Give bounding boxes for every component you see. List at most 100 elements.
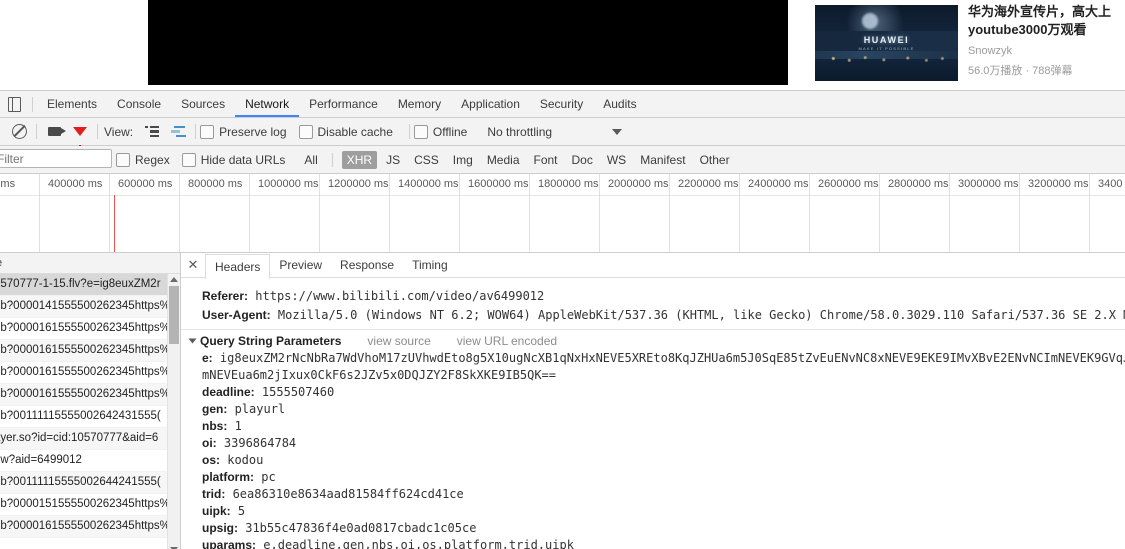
param-key: upsig: <box>202 521 238 535</box>
filter-input[interactable] <box>0 149 112 168</box>
type-filter-other[interactable]: Other <box>695 151 735 169</box>
recommended-video-stats: 56.0万播放 · 788弹幕 <box>968 65 1073 77</box>
table-row[interactable]: eb?0000161555500262345https% <box>0 340 180 362</box>
triangle-down-icon[interactable] <box>188 338 197 344</box>
param-row-uipk: uipk: 5 <box>181 503 1125 520</box>
throttling-select[interactable]: No throttling <box>487 125 552 139</box>
tab-network[interactable]: Network <box>235 92 299 117</box>
tab-sources[interactable]: Sources <box>171 92 235 117</box>
request-list-rows[interactable]: 0570777-1-15.flv?e=ig8euxZM2r eb?0000141… <box>0 274 180 549</box>
table-row[interactable]: eb?0000161555500262345https% <box>0 516 180 538</box>
tab-performance[interactable]: Performance <box>299 92 388 117</box>
disable-cache-checkbox[interactable]: Disable cache <box>298 124 405 139</box>
table-row[interactable]: eb?0000151555500262345https% <box>0 494 180 516</box>
request-list-scrollbar[interactable] <box>167 274 180 549</box>
param-value: 1555507460 <box>261 385 335 399</box>
type-filter-img[interactable]: Img <box>448 151 478 169</box>
video-player-area[interactable] <box>148 0 788 85</box>
type-filter-manifest[interactable]: Manifest <box>635 151 690 169</box>
type-filter-doc[interactable]: Doc <box>567 151 598 169</box>
offline-label: Offline <box>432 124 468 139</box>
type-filter-xhr[interactable]: XHR <box>341 150 378 169</box>
tab-memory[interactable]: Memory <box>388 92 451 117</box>
request-name: eb?0000161555500262345https% <box>0 520 170 532</box>
table-row[interactable]: eb?00111115555002644241555( <box>0 472 180 494</box>
table-row[interactable]: eb?0000161555500262345https% <box>0 362 180 384</box>
close-icon[interactable]: ✕ <box>181 253 205 277</box>
param-value: 1 <box>234 419 242 433</box>
table-row[interactable]: ayer.so?id=cid:10570777&aid=6 <box>0 428 180 450</box>
type-filter-css[interactable]: CSS <box>409 151 444 169</box>
tick-label: 2600000 ms <box>818 178 879 190</box>
clear-icon[interactable] <box>6 119 32 145</box>
preserve-log-checkbox[interactable]: Preserve log <box>200 124 298 139</box>
table-row[interactable]: eb?0000141555500262345https% <box>0 296 180 318</box>
recommended-video-item[interactable]: HUAWEI MAKE IT POSSIBLE 华为海外宣传片，高大上youtu… <box>815 3 1120 83</box>
query-string-parameters-section[interactable]: Query String Parameters view source view… <box>181 330 1125 350</box>
filter-funnel-icon[interactable] <box>67 119 93 150</box>
tick-label: 2200000 ms <box>678 178 739 190</box>
hide-data-urls-checkbox[interactable] <box>181 152 196 167</box>
param-value: 6ea86310e8634aad81584ff624cd41ce <box>232 487 464 501</box>
tab-headers[interactable]: Headers <box>205 253 271 279</box>
timeline-tick: 1600000 ms <box>459 174 529 252</box>
recommended-video-title[interactable]: 华为海外宣传片，高大上youtube3000万观看 <box>968 3 1120 39</box>
dock-position-icon[interactable] <box>0 91 28 117</box>
hide-data-urls-label: Hide data URLs <box>200 152 286 167</box>
view-source-link[interactable]: view source <box>367 334 430 348</box>
record-camera-icon[interactable] <box>41 119 67 145</box>
recommended-video-thumbnail[interactable]: HUAWEI MAKE IT POSSIBLE <box>815 5 958 81</box>
tab-timing[interactable]: Timing <box>403 254 457 277</box>
network-overview-timeline[interactable]: 000 ms 400000 ms 600000 ms 800000 ms 100… <box>0 174 1125 253</box>
tab-application[interactable]: Application <box>451 92 530 117</box>
scroll-up-arrow-icon[interactable] <box>170 277 178 282</box>
type-filter-media[interactable]: Media <box>482 151 525 169</box>
list-view-icon[interactable] <box>139 119 165 145</box>
request-name: eb?0000161555500262345https% <box>0 388 170 400</box>
type-filter-ws[interactable]: WS <box>602 151 631 169</box>
tick-label: 000 ms <box>0 178 16 190</box>
offline-box[interactable] <box>413 124 428 139</box>
tab-console[interactable]: Console <box>107 92 171 117</box>
param-key: uparams: <box>202 538 257 549</box>
param-key: deadline: <box>202 385 255 399</box>
tab-elements[interactable]: Elements <box>37 92 107 117</box>
request-list-header[interactable]: e <box>0 253 180 274</box>
request-name: ew?aid=6499012 <box>0 454 82 466</box>
preserve-log-box[interactable] <box>200 124 215 139</box>
scrollbar-thumb[interactable] <box>169 286 179 344</box>
request-name: eb?0000161555500262345https% <box>0 366 170 378</box>
table-row[interactable]: eb?00111115555002642431555( <box>0 406 180 428</box>
table-row[interactable]: 0570777-1-15.flv?e=ig8euxZM2r <box>0 274 180 296</box>
timeline-tick: 2400000 ms <box>739 174 809 252</box>
waterfall-view-icon[interactable] <box>165 119 191 145</box>
param-value: 3396864784 <box>223 436 297 450</box>
param-key: gen: <box>202 402 228 416</box>
table-row[interactable]: eb?0000161555500262345https% <box>0 384 180 406</box>
request-list[interactable]: e 0570777-1-15.flv?e=ig8euxZM2r eb?00001… <box>0 253 181 549</box>
type-filter-font[interactable]: Font <box>529 151 563 169</box>
table-row[interactable]: eb?0000161555500262345https% <box>0 318 180 340</box>
param-value: playurl <box>234 402 286 416</box>
timeline-tick: 1000000 ms <box>249 174 319 252</box>
tab-audits[interactable]: Audits <box>593 92 646 117</box>
type-filter-js[interactable]: JS <box>381 151 405 169</box>
disable-cache-box[interactable] <box>298 124 313 139</box>
view-url-encoded-link[interactable]: view URL encoded <box>457 334 557 348</box>
offline-checkbox[interactable]: Offline <box>413 124 479 139</box>
preserve-log-label: Preserve log <box>219 124 287 139</box>
timeline-tick: 1400000 ms <box>389 174 459 252</box>
header-key: User-Agent: <box>202 308 271 322</box>
chevron-down-icon[interactable] <box>612 128 623 135</box>
param-key: platform: <box>202 470 254 484</box>
request-name: eb?00111115555002642431555( <box>0 410 161 422</box>
recommended-video-uploader[interactable]: Snowzyk <box>968 45 1118 57</box>
tab-security[interactable]: Security <box>530 92 593 117</box>
thumbnail-moon <box>862 13 878 29</box>
table-row[interactable]: ew?aid=6499012 <box>0 450 180 472</box>
headers-body[interactable]: Referer: https://www.bilibili.com/video/… <box>181 277 1125 549</box>
tab-preview[interactable]: Preview <box>270 254 331 277</box>
regex-checkbox[interactable] <box>116 152 130 167</box>
type-filter-all[interactable]: All <box>299 151 322 169</box>
tab-response[interactable]: Response <box>331 254 403 277</box>
